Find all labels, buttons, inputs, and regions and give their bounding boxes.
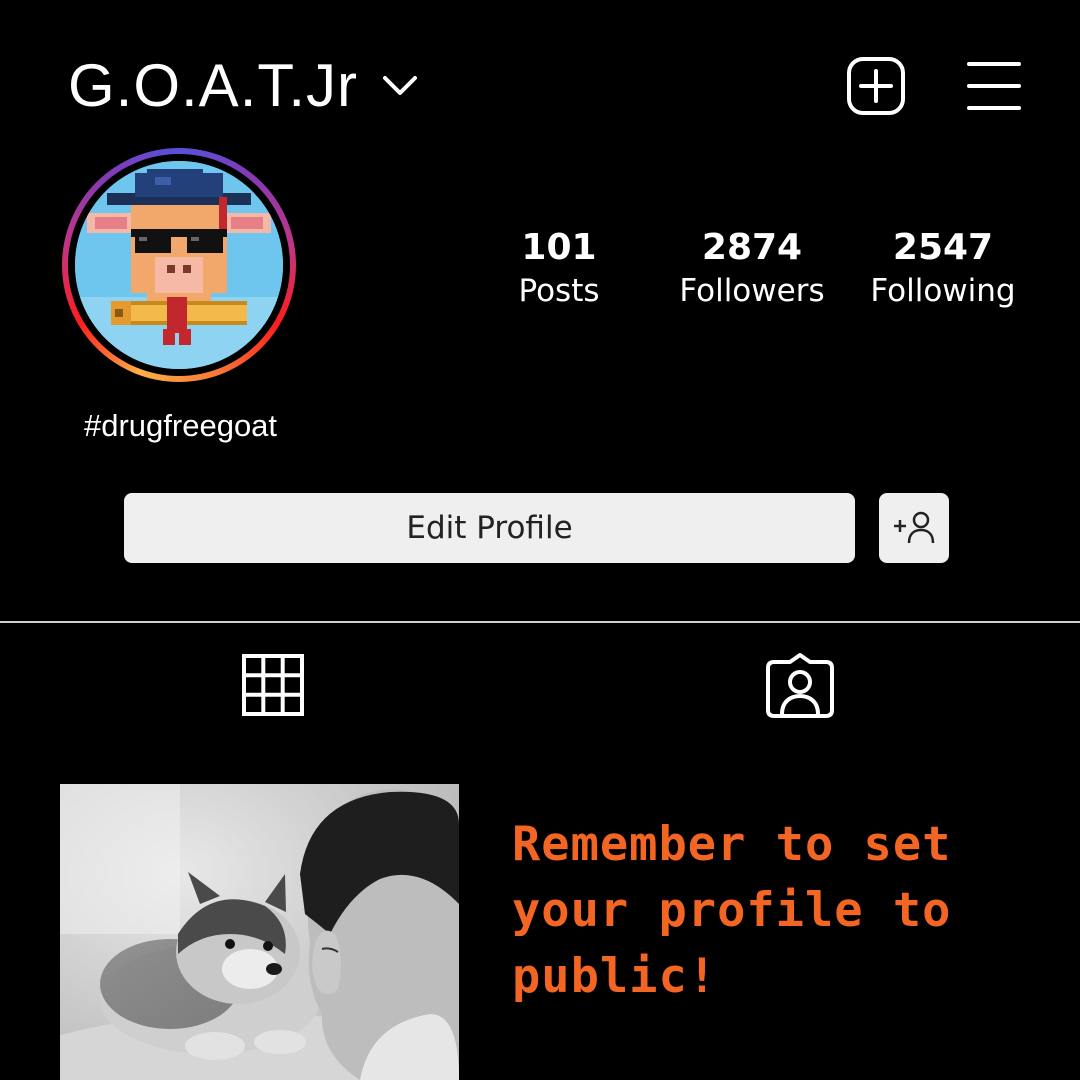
child-with-puppy-photo (60, 784, 459, 1080)
stat-posts[interactable]: 101 Posts (498, 226, 620, 312)
add-friend-button[interactable] (879, 493, 949, 563)
stat-followers[interactable]: 2874 Followers (668, 226, 836, 312)
section-divider (0, 621, 1080, 623)
public-profile-notice: Remember to set your profile to public! (512, 817, 952, 1004)
followers-label: Followers (679, 273, 825, 309)
tab-grid-icon[interactable] (242, 654, 304, 716)
chevron-down-icon (383, 76, 418, 95)
following-count: 2547 (892, 227, 994, 268)
hamburger-menu-icon[interactable] (966, 60, 1022, 112)
avatar (75, 161, 283, 369)
username: G.O.A.T.Jr (68, 52, 359, 119)
new-post-icon[interactable] (846, 56, 906, 116)
following-label: Following (870, 273, 1016, 309)
post-thumbnail[interactable] (60, 784, 459, 1080)
tab-tagged-icon[interactable] (766, 652, 834, 718)
profile-bio: #drugfreegoat (84, 408, 278, 443)
followers-count: 2874 (701, 227, 803, 268)
posts-label: Posts (518, 273, 600, 309)
edit-profile-button[interactable]: Edit Profile (124, 493, 855, 563)
pixel-goat-illustration (75, 161, 283, 369)
add-person-icon (894, 511, 935, 544)
account-switcher[interactable]: G.O.A.T.Jr (68, 46, 420, 126)
stat-following[interactable]: 2547 Following (862, 226, 1024, 312)
profile-avatar[interactable] (62, 148, 296, 382)
posts-count: 101 (521, 227, 597, 268)
